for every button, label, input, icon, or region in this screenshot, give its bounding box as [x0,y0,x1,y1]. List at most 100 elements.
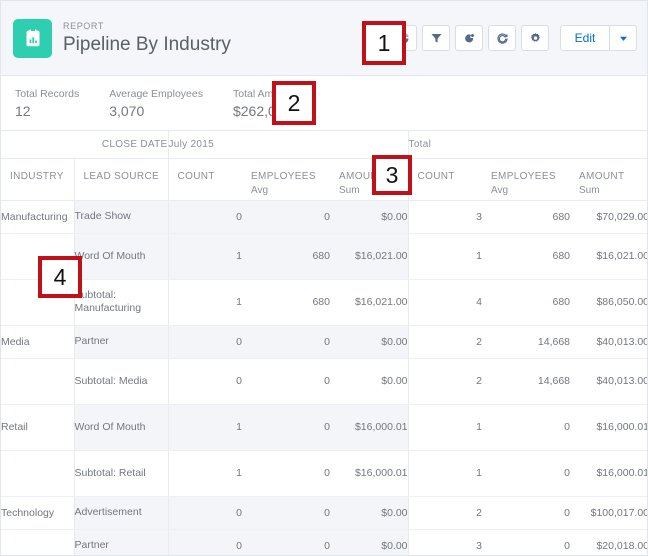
filter-button[interactable] [422,25,450,51]
cell-total-count: 2 [407,496,483,530]
cell-employees: 0 [242,450,330,497]
col-header-industry[interactable]: INDUSTRY [1,158,74,201]
table-row-subtotal[interactable]: Subtotal: Media 0 0 $0.00 2 14,668 $40,0… [1,358,647,405]
cell-amount: $0.00 [330,496,409,530]
cell-lead-source: Partner [73,325,169,359]
cell-industry [1,450,74,497]
table-row[interactable]: Media Partner 0 0 $0.00 2 14,668 $40,013… [1,325,647,359]
cell-total-employees: 14,668 [482,358,571,405]
page-title: Pipeline By Industry [63,34,231,55]
cell-amount: $0.00 [330,358,409,405]
table-row[interactable]: Technology Advertisement 0 0 $0.00 2 0 $… [1,496,647,530]
page-eyebrow: REPORT [63,21,104,31]
cell-total-employees: 680 [482,233,571,280]
cell-count: 0 [168,325,242,359]
col-header-total-amount[interactable]: AMOUNT Sum [570,158,647,201]
col-header-total-employees[interactable]: EMPLOYEES Avg [482,158,571,201]
cell-count: 1 [168,233,242,280]
cell-amount: $16,000.01 [330,450,409,497]
cell-lead-source: Advertisement [73,496,169,530]
cell-total-count: 2 [407,358,483,405]
cell-amount: $0.00 [330,325,409,359]
cell-count: 0 [168,358,242,405]
group-header-row: CLOSE DATE July 2015 Total [1,131,647,159]
cell-industry: Retail [1,404,74,451]
cell-employees: 0 [242,529,330,555]
cell-employees: 680 [242,279,330,326]
cell-amount: $16,021.00 [330,233,409,280]
table-row[interactable]: Word Of Mouth 1 680 $16,021.00 1 680 $16… [1,233,647,280]
col-sublabel: Avg [251,184,269,196]
cell-lead-source: Subtotal: Retail [73,450,169,497]
table-row[interactable]: Partner 0 0 $0.00 3 0 $20,018.00 [1,529,647,555]
cell-total-amount: $40,013.00 [570,325,647,359]
cell-lead-source: Word Of Mouth [73,233,169,280]
refresh-button[interactable] [488,25,516,51]
col-label: LEAD SOURCE [83,170,160,182]
annotation-badge-4: 4 [38,256,82,298]
table-row[interactable]: Retail Word Of Mouth 1 0 $16,000.01 1 0 … [1,404,647,451]
chevron-down-icon[interactable] [609,25,637,51]
cell-industry: Media [1,325,74,359]
col-label: COUNT [177,170,215,182]
conditional-formatting-button[interactable] [455,25,483,51]
cell-total-employees: 0 [482,404,571,451]
annotation-badge-3: 3 [372,155,412,195]
cell-total-amount: $16,000.01 [570,450,647,497]
cell-total-amount: $20,018.00 [570,529,647,555]
cell-total-count: 3 [407,200,483,234]
col-label: INDUSTRY [10,170,64,182]
cell-employees: 0 [242,325,330,359]
stat-value: 12 [15,102,31,119]
col-label: AMOUNT [579,170,625,182]
period-label: July 2015 [167,131,409,159]
cell-total-employees: 680 [482,279,571,326]
col-label: EMPLOYEES [251,170,316,182]
cell-total-employees: 680 [482,200,571,234]
col-label: EMPLOYEES [491,170,556,182]
gear-icon[interactable] [521,25,549,51]
col-sublabel: Avg [491,184,509,196]
cell-count: 0 [168,529,242,555]
report-table-wrap: CLOSE DATE July 2015 Total INDUSTRY LEAD… [1,131,647,555]
cell-industry: Technology [1,496,74,530]
stat-label: Average Employees [109,87,203,100]
table-row-subtotal[interactable]: Subtotal: Manufacturing 1 680 $16,021.00… [1,279,647,326]
col-header-count[interactable]: COUNT [167,158,242,201]
header-titles: REPORT Pipeline By Industry [63,20,231,56]
cell-total-amount: $86,050.00 [570,279,647,326]
edit-button[interactable]: Edit [560,25,609,51]
cell-lead-source: Partner [73,529,169,555]
cell-employees: 0 [242,358,330,405]
grand-total-group-label: Total [407,131,647,159]
cell-total-amount: $100,017.00 [570,496,647,530]
cell-total-count: 1 [407,450,483,497]
col-header-employees[interactable]: EMPLOYEES Avg [242,158,330,201]
report-page: REPORT Pipeline By Industry Edit Total R… [0,0,648,556]
table-row[interactable]: Manufacturing Trade Show 0 0 $0.00 3 680… [1,200,647,234]
cell-industry: Manufacturing [1,200,74,234]
cell-count: 0 [168,200,242,234]
col-sublabel: Sum [579,184,600,196]
cell-count: 1 [168,279,242,326]
cell-total-amount: $16,000.01 [570,404,647,451]
col-header-lead-source[interactable]: LEAD SOURCE [73,158,168,201]
cell-amount: $0.00 [330,529,409,555]
column-header-row: INDUSTRY LEAD SOURCE COUNT EMPLOYEES Avg… [1,158,647,201]
cell-industry [1,529,74,555]
stat-label: Total Records [15,87,80,100]
table-row-subtotal[interactable]: Subtotal: Retail 1 0 $16,000.01 1 0 $16,… [1,450,647,497]
header-left: REPORT Pipeline By Industry [13,18,389,58]
cell-amount: $0.00 [330,200,409,234]
cell-amount: $16,021.00 [330,279,409,326]
group-header-blank [1,131,74,159]
col-label: COUNT [417,170,455,182]
cell-employees: 0 [242,200,330,234]
cell-lead-source: Subtotal: Manufacturing [73,279,169,326]
cell-lead-source: Subtotal: Media [73,358,169,405]
col-header-total-count[interactable]: COUNT [407,158,483,201]
cell-employees: 0 [242,404,330,451]
cell-lead-source: Trade Show [73,200,169,234]
edit-button-group: Edit [560,25,637,51]
header-actions: Edit [389,25,637,51]
